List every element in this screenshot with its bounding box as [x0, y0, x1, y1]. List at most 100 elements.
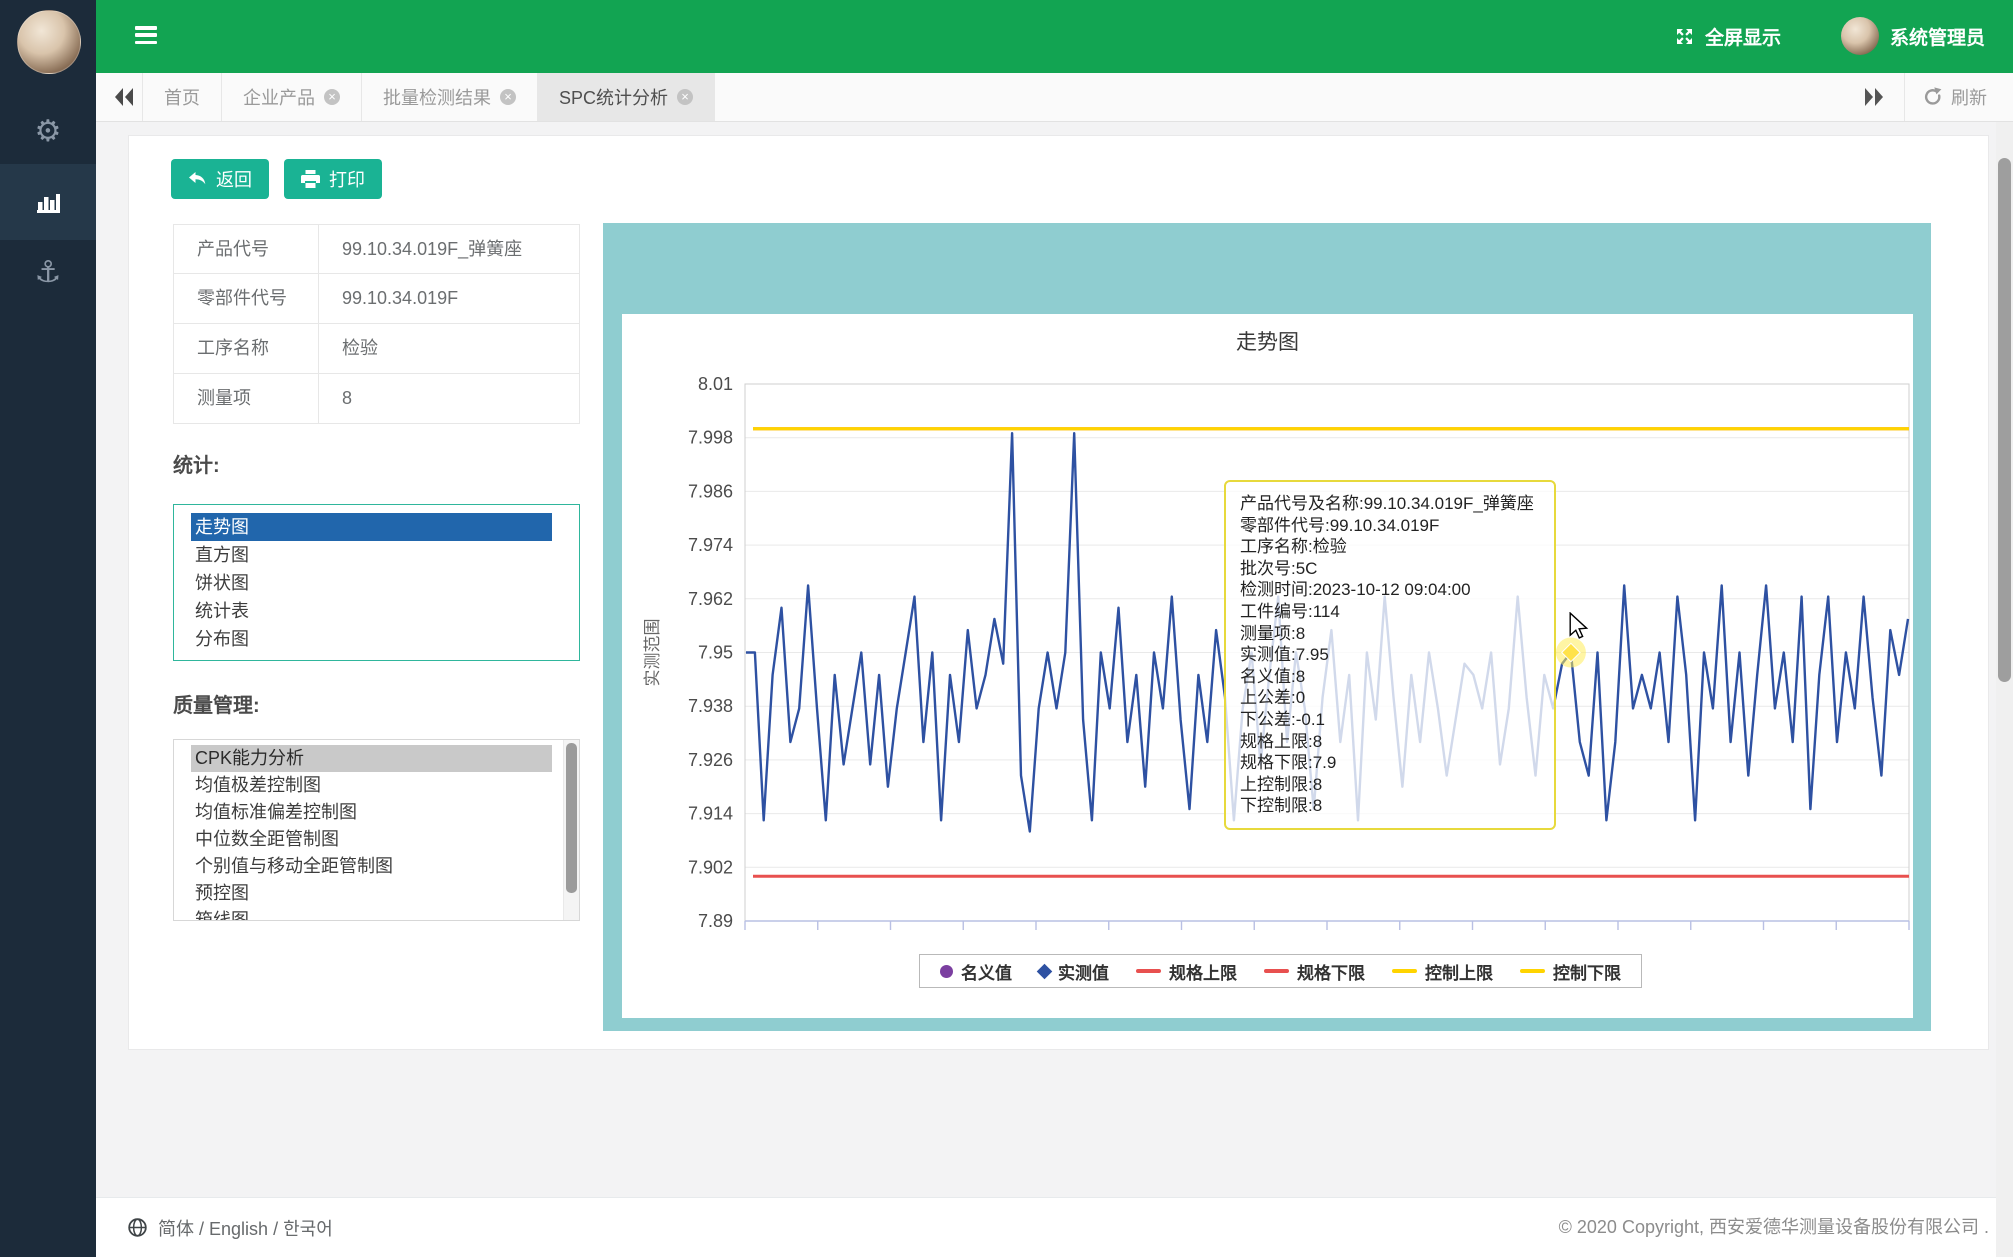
table-row: 工序名称检验	[173, 324, 580, 374]
tooltip-line: 工序名称:检验	[1240, 536, 1540, 558]
fullscreen-button[interactable]: 全屏显示	[1674, 23, 1781, 50]
tab-close-icon[interactable]: ×	[324, 89, 340, 105]
info-value: 99.10.34.019F	[319, 274, 579, 323]
list-scrollbar[interactable]	[563, 740, 579, 920]
sidebar-item-statistics[interactable]	[0, 164, 96, 240]
table-row: 产品代号99.10.34.019F_弹簧座	[173, 224, 580, 274]
print-button-label: 打印	[329, 166, 365, 192]
scroll-tabs-right-icon[interactable]	[1862, 86, 1886, 108]
legend-item[interactable]: 规格上限	[1136, 959, 1237, 984]
list-item[interactable]: 统计表	[191, 597, 552, 625]
svg-text:7.962: 7.962	[688, 589, 733, 609]
list-item[interactable]: 饼状图	[191, 569, 552, 597]
spc-analysis-panel: 返回 打印 产品代号99.10.34.019F_弹簧座零部件代号99.10.34…	[128, 135, 1989, 1050]
list-item[interactable]: 中位数全距管制图	[191, 826, 552, 853]
tab[interactable]: 企业产品 ×	[222, 73, 362, 121]
tab[interactable]: 首页	[142, 73, 222, 121]
scroll-tabs-left-icon[interactable]	[112, 86, 136, 108]
language-link[interactable]: 简体	[158, 1219, 194, 1239]
tooltip-line: 规格上限:8	[1240, 731, 1540, 753]
page-scrollbar[interactable]	[1996, 122, 2013, 1257]
legend-marker-line	[1136, 969, 1161, 973]
svg-text:7.938: 7.938	[688, 696, 733, 716]
tooltip-line: 检测时间:2023-10-12 09:04:00	[1240, 579, 1540, 601]
refresh-icon	[1923, 87, 1943, 107]
tooltip-line: 名义值:8	[1240, 666, 1540, 688]
top-header: 全屏显示 系统管理员	[96, 0, 2013, 73]
user-menu[interactable]: 系统管理员	[1841, 17, 1985, 55]
footer: 简体 / English / 한국어 © 2020 Copyright, 西安爱…	[96, 1197, 2013, 1257]
legend-label: 实测值	[1058, 959, 1109, 984]
language-link[interactable]: English	[209, 1219, 268, 1239]
legend-marker-circle	[940, 965, 953, 978]
list-item[interactable]: CPK能力分析	[191, 745, 552, 772]
language-links: 简体 / English / 한국어	[158, 1215, 333, 1241]
list-item[interactable]: 分布图	[191, 625, 552, 653]
svg-text:7.89: 7.89	[698, 911, 733, 931]
user-avatar[interactable]	[17, 10, 81, 74]
list-item[interactable]: 均值极差控制图	[191, 772, 552, 799]
return-icon	[188, 171, 207, 187]
svg-text:7.998: 7.998	[688, 428, 733, 448]
legend-item[interactable]: 名义值	[940, 959, 1012, 984]
tab-close-icon[interactable]: ×	[677, 89, 693, 105]
mouse-cursor	[1568, 612, 1594, 639]
sidebar-item-anchor[interactable]: ⚓	[0, 241, 96, 305]
back-button[interactable]: 返回	[171, 159, 269, 199]
quality-section-title: 质量管理:	[173, 689, 260, 718]
tooltip-line: 实测值:7.95	[1240, 644, 1540, 666]
tooltip-line: 上公差:0	[1240, 687, 1540, 709]
list-scrollbar-thumb[interactable]	[566, 743, 577, 893]
tab-close-icon[interactable]: ×	[500, 89, 516, 105]
info-value: 8	[319, 374, 579, 423]
legend-item[interactable]: 控制上限	[1392, 959, 1493, 984]
tab[interactable]: 批量检测结果 ×	[362, 73, 538, 121]
stats-chart-type-list[interactable]: 走势图直方图饼状图统计表分布图	[173, 504, 580, 661]
tooltip-line: 测量项:8	[1240, 623, 1540, 645]
tab-label: 首页	[164, 84, 200, 110]
app-root: ⚙ ⚓ 全屏显示	[0, 0, 2013, 1257]
quality-management-list[interactable]: CPK能力分析均值极差控制图均值标准偏差控制图中位数全距管制图个别值与移动全距管…	[173, 739, 580, 921]
hamburger-menu-icon[interactable]	[135, 26, 159, 48]
svg-text:7.986: 7.986	[688, 481, 733, 501]
gear-icon: ⚙	[35, 117, 62, 147]
tooltip-line: 规格下限:7.9	[1240, 752, 1540, 774]
list-item[interactable]: 个别值与移动全距管制图	[191, 853, 552, 880]
product-info-table: 产品代号99.10.34.019F_弹簧座零部件代号99.10.34.019F工…	[173, 224, 580, 424]
info-label: 工序名称	[174, 324, 319, 373]
sidebar-item-settings[interactable]: ⚙	[0, 100, 96, 164]
fullscreen-icon	[1674, 26, 1695, 47]
list-item[interactable]: 直方图	[191, 541, 552, 569]
refresh-button[interactable]: 刷新	[1923, 84, 1987, 110]
info-value: 检验	[319, 324, 579, 373]
tab-label: 企业产品	[243, 84, 315, 110]
tooltip-line: 零部件代号:99.10.34.019F	[1240, 515, 1540, 537]
list-item[interactable]: 均值标准偏差控制图	[191, 799, 552, 826]
list-item[interactable]: 预控图	[191, 880, 552, 907]
tab-bar: 首页企业产品×批量检测结果×SPC统计分析× 刷新	[96, 73, 2013, 122]
svg-text:实测范围: 实测范围	[643, 619, 662, 687]
refresh-label: 刷新	[1951, 84, 1987, 110]
legend-item[interactable]: 控制下限	[1520, 959, 1621, 984]
svg-text:7.914: 7.914	[688, 804, 733, 824]
tooltip-line: 上控制限:8	[1240, 774, 1540, 796]
legend-marker-line	[1520, 969, 1545, 973]
list-item[interactable]: 走势图	[191, 513, 552, 541]
legend-marker-line	[1264, 969, 1289, 973]
tab[interactable]: SPC统计分析×	[538, 73, 715, 121]
language-switcher: 简体 / English / 한국어	[128, 1198, 333, 1257]
tooltip-line: 产品代号及名称:99.10.34.019F_弹簧座	[1240, 493, 1540, 515]
legend-label: 名义值	[961, 959, 1012, 984]
list-item[interactable]: 箱线图	[191, 907, 552, 921]
svg-text:7.926: 7.926	[688, 750, 733, 770]
legend-item[interactable]: 规格下限	[1264, 959, 1365, 984]
divider	[1904, 73, 1905, 121]
language-link[interactable]: 한국어	[283, 1219, 333, 1239]
tab-label: 批量检测结果	[383, 84, 491, 110]
legend-label: 控制下限	[1553, 959, 1621, 984]
user-avatar-small	[1841, 17, 1879, 55]
scrollbar-thumb[interactable]	[1998, 158, 2011, 682]
user-name: 系统管理员	[1890, 23, 1985, 50]
print-button[interactable]: 打印	[284, 159, 382, 199]
legend-item[interactable]: 实测值	[1039, 959, 1109, 984]
